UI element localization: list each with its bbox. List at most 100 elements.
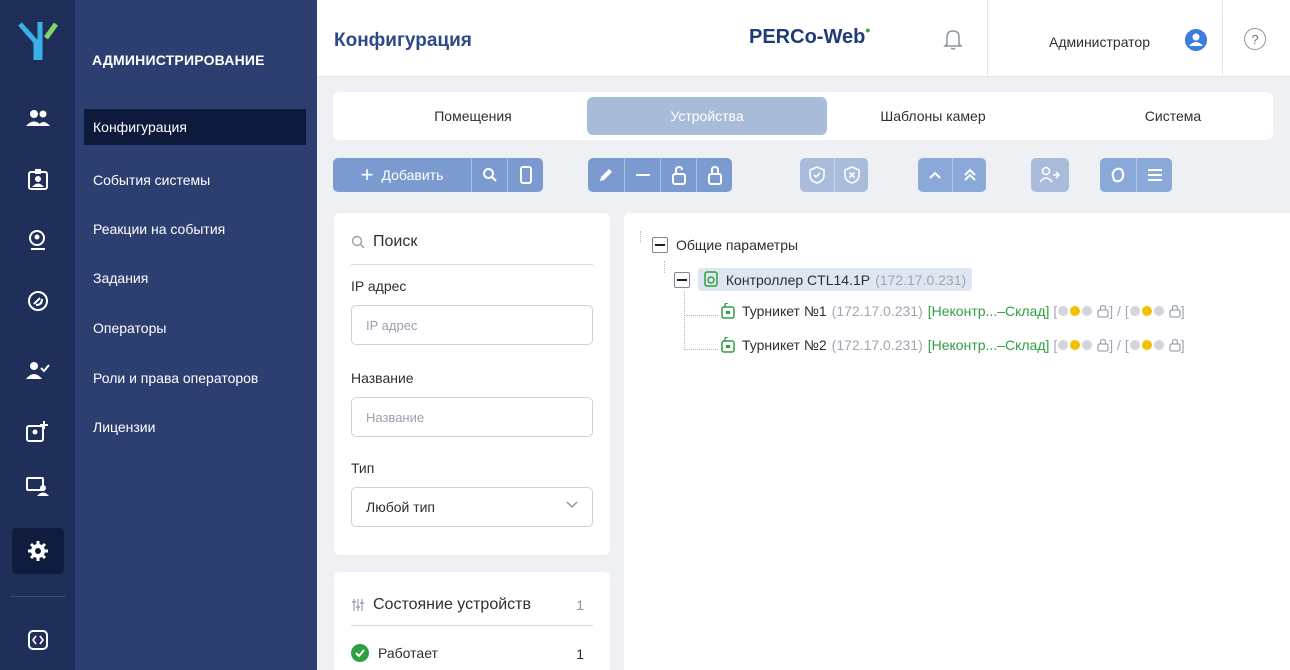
status-dot-gray bbox=[1058, 340, 1069, 350]
device-tree: Общие параметры Контроллер CTL14.1P (172.… bbox=[624, 213, 1290, 670]
lock-button[interactable] bbox=[696, 158, 732, 192]
name-input[interactable] bbox=[351, 397, 593, 437]
status-row[interactable]: Работает bbox=[351, 644, 438, 662]
verified-user-icon[interactable] bbox=[12, 347, 64, 393]
indicator-close: ] bbox=[1180, 337, 1185, 353]
help-icon[interactable]: ? bbox=[1244, 28, 1266, 50]
indicator-separator: ] / [ bbox=[1109, 337, 1129, 353]
status-title-label: Состояние устройств bbox=[373, 596, 531, 613]
type-select[interactable]: Любой тип bbox=[351, 487, 593, 527]
lock-icon bbox=[1169, 304, 1181, 318]
collapse-toggle[interactable] bbox=[652, 237, 668, 253]
user-name[interactable]: Администратор bbox=[1049, 34, 1150, 50]
menu-icon bbox=[1147, 169, 1162, 181]
gear-icon[interactable] bbox=[12, 528, 64, 574]
turnstile-ip: (172.17.0.231) bbox=[831, 303, 923, 319]
sidebar-item-licenses[interactable]: Лицензии bbox=[84, 409, 306, 445]
brand-logo: PERCo-Web• bbox=[749, 22, 870, 49]
search-title: Поиск bbox=[351, 233, 417, 251]
tab-bar: Помещения Устройства Шаблоны камер Систе… bbox=[333, 92, 1273, 140]
tree-node-root[interactable]: Общие параметры bbox=[652, 237, 798, 253]
status-divider bbox=[351, 625, 593, 626]
type-label: Тип bbox=[351, 460, 375, 476]
status-dot-yellow bbox=[1141, 306, 1152, 316]
filter-icon bbox=[352, 599, 364, 611]
collapse-icon[interactable] bbox=[12, 617, 64, 663]
sidebar-item-label: Операторы bbox=[93, 320, 167, 336]
status-dot-gray bbox=[1082, 306, 1093, 316]
collapse-toggle[interactable] bbox=[674, 271, 690, 288]
move-up-button[interactable] bbox=[918, 158, 952, 192]
tree-node-controller[interactable]: Контроллер CTL14.1P (172.17.0.231) bbox=[674, 268, 973, 291]
plus-icon: + bbox=[360, 162, 374, 187]
monitor-user-icon[interactable] bbox=[12, 463, 64, 509]
tree-connector bbox=[640, 231, 641, 243]
remove-button[interactable] bbox=[624, 158, 660, 192]
turnstile-zone: [Неконтр...–Склад] bbox=[927, 303, 1050, 319]
lock-icon bbox=[1097, 338, 1109, 352]
tree-node-turnstile-1[interactable]: Турникет №1 (172.17.0.231) [Неконтр...–С… bbox=[721, 303, 1185, 319]
edit-button[interactable] bbox=[588, 158, 624, 192]
tree-node-label: Общие параметры bbox=[676, 237, 799, 253]
sidebar-item-label: Роли и права операторов bbox=[93, 370, 259, 386]
minus-icon bbox=[635, 174, 650, 176]
users-icon[interactable] bbox=[12, 95, 64, 141]
toolbar-group-add: + Добавить bbox=[333, 158, 543, 192]
check-circle-icon bbox=[351, 644, 369, 662]
tab-rooms[interactable]: Помещения bbox=[373, 97, 573, 135]
status-dot-yellow bbox=[1070, 340, 1081, 350]
double-chevron-up-icon bbox=[963, 168, 976, 181]
sidebar-item-tasks[interactable]: Задания bbox=[84, 260, 306, 296]
tab-camera-templates[interactable]: Шаблоны камер bbox=[853, 97, 1013, 135]
visitor-icon[interactable] bbox=[12, 217, 64, 263]
sidebar-item-operators[interactable]: Операторы bbox=[84, 310, 306, 346]
status-dot-gray bbox=[1129, 340, 1140, 350]
sidebar-title: АДМИНИСТРИРОВАНИЕ bbox=[92, 52, 265, 68]
tab-system[interactable]: Система bbox=[1093, 97, 1253, 135]
turnstile-ip: (172.17.0.231) bbox=[831, 337, 923, 353]
sidebar-item-roles[interactable]: Роли и права операторов bbox=[84, 360, 306, 396]
disarm-button[interactable] bbox=[834, 158, 868, 192]
search-panel: Поиск IP адрес Название Тип Любой тип bbox=[334, 213, 610, 555]
sidebar-item-event-reactions[interactable]: Реакции на события bbox=[84, 211, 306, 247]
toolbar-group-view bbox=[1100, 158, 1172, 192]
turnstile-name: Турникет №1 bbox=[742, 303, 827, 319]
status-dot-gray bbox=[1129, 306, 1140, 316]
refresh-icon bbox=[1111, 167, 1125, 183]
header-divider bbox=[987, 0, 988, 77]
tab-label: Устройства bbox=[670, 108, 744, 124]
access-icon[interactable] bbox=[12, 278, 64, 324]
unlock-button[interactable] bbox=[660, 158, 696, 192]
move-top-button[interactable] bbox=[952, 158, 986, 192]
ip-input[interactable] bbox=[351, 305, 593, 345]
pencil-icon bbox=[600, 169, 612, 181]
rail-divider bbox=[10, 596, 66, 597]
search-button[interactable] bbox=[471, 158, 507, 192]
avatar-icon[interactable] bbox=[1185, 29, 1207, 51]
sidebar-item-label: Реакции на события bbox=[93, 221, 226, 237]
tree-node-turnstile-2[interactable]: Турникет №2 (172.17.0.231) [Неконтр...–С… bbox=[721, 337, 1185, 353]
lock-icon bbox=[707, 165, 722, 185]
device-button[interactable] bbox=[507, 158, 543, 192]
assign-user-button[interactable] bbox=[1031, 158, 1069, 192]
status-total-count: 1 bbox=[576, 597, 584, 613]
tree-connector bbox=[684, 349, 718, 350]
add-button[interactable]: + Добавить bbox=[333, 158, 471, 192]
sidebar-item-configuration[interactable]: Конфигурация bbox=[84, 109, 306, 145]
status-row-label: Работает bbox=[378, 645, 438, 661]
arm-button[interactable] bbox=[800, 158, 834, 192]
status-dot-yellow bbox=[1141, 340, 1152, 350]
help-label: ? bbox=[1251, 31, 1259, 47]
logo-icon[interactable] bbox=[14, 18, 62, 62]
bell-icon[interactable] bbox=[943, 28, 963, 50]
controller-highlight: Контроллер CTL14.1P (172.17.0.231) bbox=[698, 268, 973, 291]
search-icon bbox=[351, 235, 365, 249]
sidebar-item-system-events[interactable]: События системы bbox=[84, 162, 306, 198]
employee-card-icon[interactable] bbox=[12, 156, 64, 202]
refresh-button[interactable] bbox=[1100, 158, 1136, 192]
page-title: Конфигурация bbox=[334, 30, 472, 51]
tab-devices[interactable]: Устройства bbox=[587, 97, 827, 135]
menu-button[interactable] bbox=[1136, 158, 1172, 192]
add-card-icon[interactable] bbox=[12, 408, 64, 454]
brand-name: PERCo-Web bbox=[749, 26, 866, 48]
